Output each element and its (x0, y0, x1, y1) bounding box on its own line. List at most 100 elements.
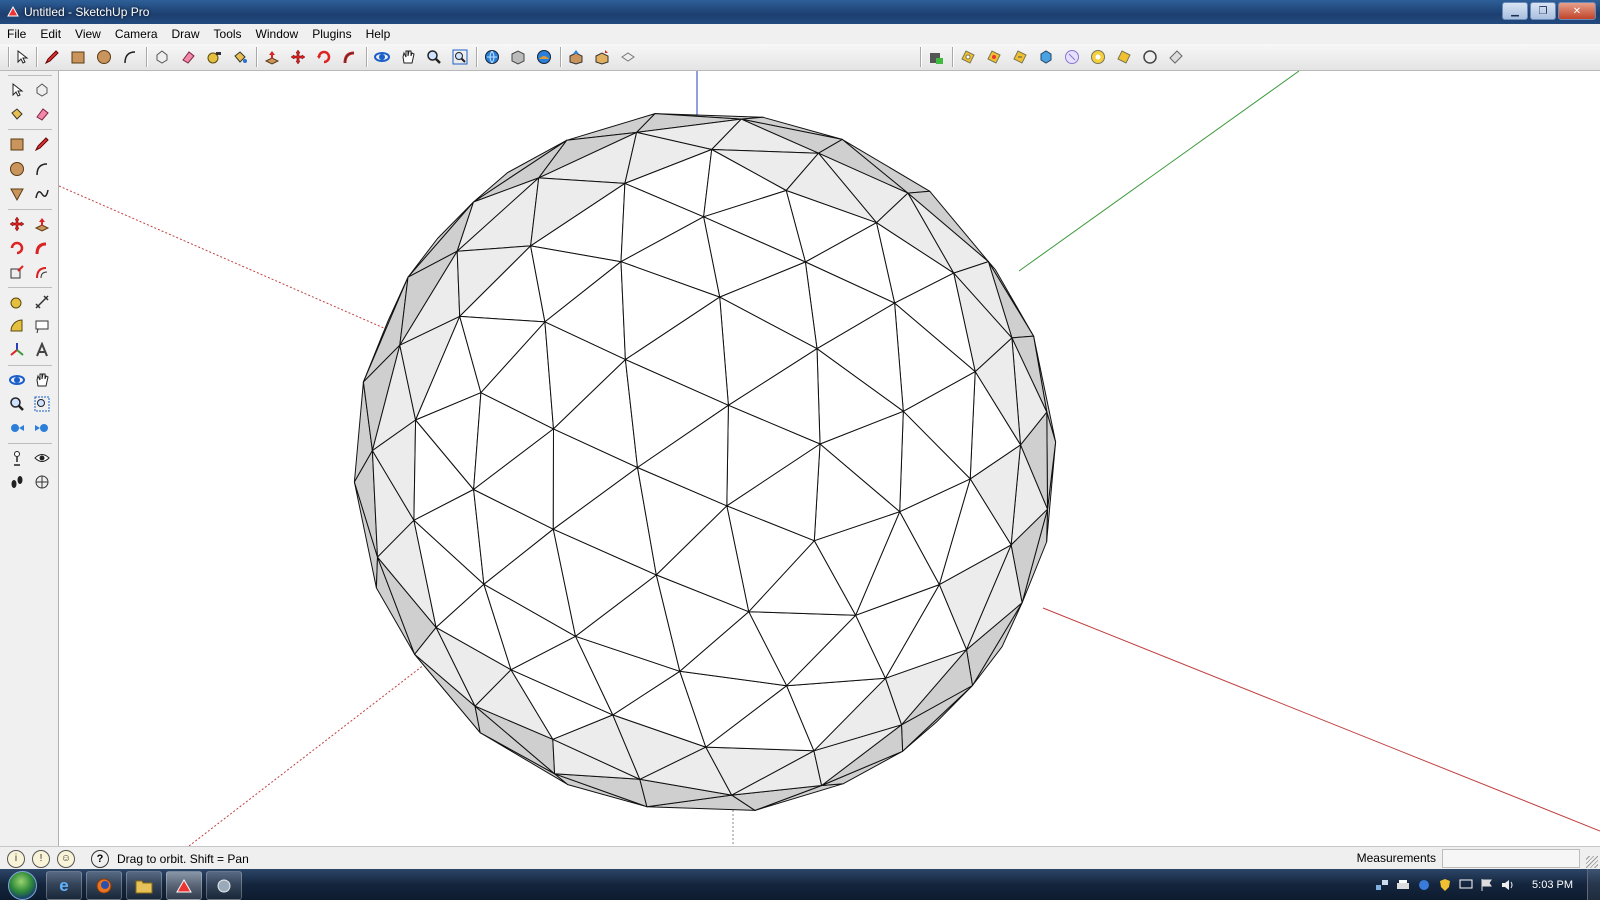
section-plane-icon[interactable] (31, 471, 53, 493)
sandbox-circle-icon[interactable] (1140, 47, 1160, 67)
credits-icon[interactable]: ! (32, 849, 50, 868)
menu-tools[interactable]: Tools (207, 25, 249, 43)
walk-icon[interactable] (6, 471, 28, 493)
zoom-extents-icon[interactable] (450, 47, 470, 67)
menu-view[interactable]: View (68, 25, 108, 43)
user-icon[interactable]: ☺ (57, 849, 75, 868)
rotate-icon[interactable] (6, 237, 28, 259)
make-component-icon[interactable] (152, 47, 172, 67)
menu-edit[interactable]: Edit (33, 25, 68, 43)
tray-bluetooth-icon[interactable] (1417, 878, 1431, 892)
menu-plugins[interactable]: Plugins (305, 25, 358, 43)
zoom-icon[interactable] (424, 47, 444, 67)
move-icon[interactable] (288, 47, 308, 67)
orbit-icon[interactable] (372, 47, 392, 67)
menu-window[interactable]: Window (249, 25, 306, 43)
select-icon[interactable] (6, 79, 28, 101)
get-models-icon[interactable] (482, 47, 502, 67)
arc-icon[interactable] (120, 47, 140, 67)
resize-grip-icon[interactable] (1586, 856, 1598, 868)
text-label-icon[interactable] (31, 315, 53, 337)
arc-icon[interactable] (31, 158, 53, 180)
pan-icon[interactable] (31, 369, 53, 391)
tray-flag-icon[interactable] (1480, 878, 1494, 892)
move-icon[interactable] (6, 213, 28, 235)
minimize-button[interactable]: ▁ (1502, 2, 1528, 20)
follow-me-icon[interactable] (31, 237, 53, 259)
share-model-icon[interactable] (508, 47, 528, 67)
3d-text-icon[interactable] (31, 339, 53, 361)
model-canvas[interactable] (59, 71, 1600, 846)
sandbox-flip-edge-icon[interactable] (1062, 47, 1082, 67)
select-icon[interactable] (12, 47, 32, 67)
tray-shield-icon[interactable] (1438, 878, 1452, 892)
position-camera-icon[interactable] (6, 447, 28, 469)
push-pull-icon[interactable] (31, 213, 53, 235)
orbit-icon[interactable] (6, 369, 28, 391)
menu-help[interactable]: Help (359, 25, 398, 43)
eraser-icon[interactable] (31, 103, 53, 125)
tray-printer-icon[interactable] (1396, 878, 1410, 892)
help-icon[interactable]: ? (91, 849, 109, 868)
tape-measure-icon[interactable] (204, 47, 224, 67)
add-location-icon[interactable] (534, 47, 554, 67)
sandbox-from-contours-icon[interactable] (1088, 47, 1108, 67)
taskbar-clock[interactable]: 5:03 PM (1532, 879, 1573, 891)
eraser-icon[interactable] (178, 47, 198, 67)
send-to-layout-icon[interactable] (592, 47, 612, 67)
sandbox-smoove-icon[interactable] (958, 47, 978, 67)
paint-bucket-icon[interactable] (230, 47, 250, 67)
protractor-icon[interactable] (6, 315, 28, 337)
rectangle-icon[interactable] (68, 47, 88, 67)
make-component-icon[interactable] (31, 79, 53, 101)
geo-location-icon[interactable]: i (7, 849, 25, 868)
menu-draw[interactable]: Draw (165, 25, 207, 43)
upload-component-icon[interactable] (566, 47, 586, 67)
tape-measure-icon[interactable] (6, 291, 28, 313)
circle-icon[interactable] (6, 158, 28, 180)
taskbar-sketchup-button[interactable] (166, 871, 202, 900)
axes-icon[interactable] (6, 339, 28, 361)
sandbox-stamp-icon[interactable] (984, 47, 1004, 67)
offset-icon[interactable] (31, 261, 53, 283)
follow-me-icon[interactable] (340, 47, 360, 67)
rotate-icon[interactable] (314, 47, 334, 67)
taskbar-app-button[interactable] (206, 871, 242, 900)
menu-camera[interactable]: Camera (108, 25, 165, 43)
start-button[interactable] (8, 871, 37, 900)
sandbox-drape-icon[interactable] (1010, 47, 1030, 67)
freehand-icon[interactable] (31, 183, 53, 205)
model-viewport[interactable] (59, 71, 1600, 846)
zoom-icon[interactable] (6, 393, 28, 415)
tray-display-icon[interactable] (1459, 878, 1473, 892)
pan-icon[interactable] (398, 47, 418, 67)
taskbar-ie-button[interactable]: e (46, 871, 82, 900)
taskbar-firefox-button[interactable] (86, 871, 122, 900)
scale-icon[interactable] (6, 261, 28, 283)
maximize-button[interactable]: ❐ (1530, 2, 1556, 20)
look-around-icon[interactable] (31, 447, 53, 469)
line-pencil-icon[interactable] (42, 47, 62, 67)
measurements-input[interactable] (1442, 849, 1580, 868)
sandbox-add-detail-icon[interactable] (1036, 47, 1056, 67)
tray-network-icon[interactable] (1375, 878, 1389, 892)
menu-file[interactable]: File (0, 25, 33, 43)
push-pull-icon[interactable] (262, 47, 282, 67)
show-desktop-button[interactable] (1587, 869, 1600, 900)
line-pencil-icon[interactable] (31, 133, 53, 155)
close-button[interactable]: ✕ (1558, 2, 1596, 20)
extension-warehouse-icon[interactable] (926, 47, 946, 67)
dimension-icon[interactable] (31, 291, 53, 313)
previous-view-icon[interactable] (6, 417, 28, 439)
taskbar-explorer-button[interactable] (126, 871, 162, 900)
zoom-window-icon[interactable] (31, 393, 53, 415)
circle-icon[interactable] (94, 47, 114, 67)
get-photo-texture-icon[interactable] (618, 47, 638, 67)
geodesic-sphere[interactable] (353, 113, 1057, 811)
rectangle-icon[interactable] (6, 133, 28, 155)
next-view-icon[interactable] (31, 417, 53, 439)
paint-bucket-icon[interactable] (6, 103, 28, 125)
sandbox-tag-icon[interactable] (1166, 47, 1186, 67)
polygon-icon[interactable] (6, 183, 28, 205)
sandbox-from-scratch-icon[interactable] (1114, 47, 1134, 67)
